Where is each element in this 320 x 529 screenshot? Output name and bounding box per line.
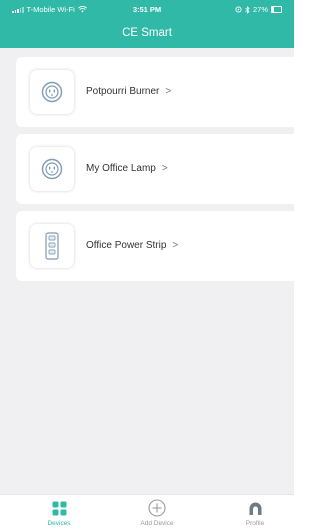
app-header: T-Mobile Wi-Fi 3:51 PM 27% CE Smart — [0, 0, 294, 48]
profile-icon — [215, 499, 295, 517]
grid-icon — [19, 499, 99, 517]
tab-label: Add Device — [140, 520, 174, 527]
device-card-my-office-lamp[interactable]: My Office Lamp > — [16, 134, 294, 204]
battery-percent: 27% — [252, 5, 268, 14]
device-name: My Office Lamp > — [86, 163, 168, 174]
plus-circle-icon — [117, 499, 197, 517]
tab-label: Devices — [47, 520, 71, 527]
device-name-label: Office Power Strip — [86, 240, 167, 251]
status-bar: T-Mobile Wi-Fi 3:51 PM 27% — [0, 0, 294, 18]
app-root: T-Mobile Wi-Fi 3:51 PM 27% CE Smart Potp… — [0, 0, 294, 529]
device-card-office-power-strip[interactable]: Office Power Strip > — [16, 211, 294, 281]
device-card-potpourri-burner[interactable]: Potpourri Burner > — [16, 57, 294, 127]
chevron-right-icon: > — [172, 240, 179, 251]
tab-add-device[interactable]: Add Device — [117, 499, 197, 527]
tab-devices[interactable]: Devices — [19, 499, 99, 527]
alarm-icon — [235, 6, 242, 13]
status-right: 27% — [235, 5, 282, 14]
battery-icon — [271, 6, 282, 13]
device-name-label: My Office Lamp — [86, 163, 156, 174]
power-strip-icon — [30, 224, 74, 268]
smart-plug-icon — [30, 147, 74, 191]
chevron-right-icon: > — [161, 163, 168, 174]
device-name: Office Power Strip > — [86, 240, 178, 251]
bluetooth-icon — [245, 5, 250, 14]
device-name: Potpourri Burner > — [86, 86, 171, 97]
device-name-label: Potpourri Burner — [86, 86, 160, 97]
chevron-right-icon: > — [165, 86, 172, 97]
tab-bar: Devices Add Device Profile — [0, 494, 294, 529]
tab-label: Profile — [245, 520, 265, 527]
page-title: CE Smart — [122, 27, 172, 39]
tab-profile[interactable]: Profile — [215, 499, 295, 527]
smart-plug-icon — [30, 70, 74, 114]
